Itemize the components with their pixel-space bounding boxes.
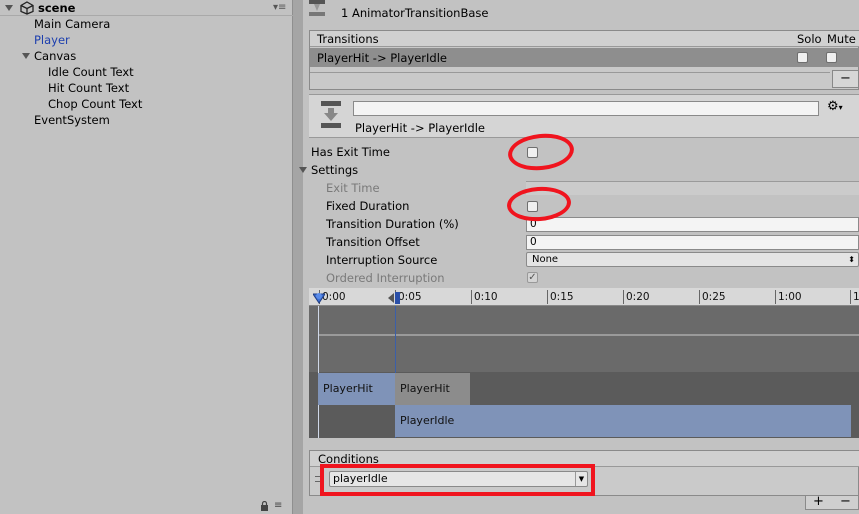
hierarchy-item-chop-count-text[interactable]: Chop Count Text (48, 96, 142, 112)
lock-icon[interactable] (260, 500, 269, 511)
transition-duration-input[interactable]: 0 (526, 217, 859, 232)
transition-row-label: PlayerHit -> PlayerIdle (317, 51, 447, 65)
tick-label-0-00: 0:00 (322, 291, 346, 303)
tick-label-0-25: 0:25 (702, 291, 726, 303)
transition-timeline[interactable]: 0:00 0:05 0:10 0:15 0:20 0:25 1:00 1 Pla… (309, 288, 859, 438)
annotation-rect-condition (320, 464, 595, 496)
dropdown-arrows-icon: ⬍ (848, 255, 855, 264)
clip-playerhit-remainder[interactable]: PlayerHit (395, 373, 470, 405)
settings-foldout[interactable]: Settings (311, 162, 358, 178)
hierarchy-footer: ≡ (0, 498, 293, 514)
remove-transition-button[interactable]: − (832, 70, 859, 88)
hierarchy-item-main-camera[interactable]: Main Camera (34, 16, 110, 32)
transitions-header: Transitions (317, 32, 379, 46)
has-exit-time-label: Has Exit Time (311, 145, 390, 159)
start-marker-icon[interactable] (312, 291, 326, 305)
hierarchy-item-idle-count-text[interactable]: Idle Count Text (48, 64, 134, 80)
interruption-source-label: Interruption Source (326, 253, 438, 267)
timeline-start-line (318, 306, 319, 438)
ordered-interruption-label: Ordered Interruption (326, 271, 445, 285)
interruption-source-value: None (532, 254, 559, 265)
mute-header: Mute (827, 32, 856, 46)
settings-expand-icon[interactable] (299, 167, 307, 173)
scene-menu-icon[interactable]: ▾≡ (273, 3, 287, 13)
transition-name-input[interactable] (353, 101, 819, 116)
inspector-title: 1 AnimatorTransitionBase (341, 6, 489, 20)
remove-condition-button[interactable]: − (840, 495, 851, 509)
transition-name-label: PlayerHit -> PlayerIdle (355, 121, 485, 135)
solo-header: Solo (797, 32, 822, 46)
panel-menu-icon[interactable]: ≡ (274, 500, 282, 511)
tick-label-0-20: 0:20 (626, 291, 650, 303)
transition-offset-label: Transition Offset (326, 235, 420, 249)
tick (547, 290, 548, 304)
exit-time-field (526, 181, 859, 195)
exit-time-label: Exit Time (326, 181, 380, 195)
expand-triangle-icon[interactable] (5, 5, 13, 11)
hierarchy-panel: scene ▾≡ Main Camera Player Canvas Idle … (0, 0, 293, 514)
scene-title: scene (38, 1, 76, 15)
transitions-header-bar (310, 31, 859, 47)
transitions-list-footer (310, 68, 830, 73)
interruption-source-dropdown[interactable]: None ⬍ (526, 252, 859, 267)
hierarchy-item-hit-count-text[interactable]: Hit Count Text (48, 80, 129, 96)
transition-icon (320, 100, 342, 130)
tick (850, 290, 851, 304)
tick (775, 290, 776, 304)
tick-label-1: 1 (853, 291, 859, 303)
transition-duration-label: Transition Duration (%) (326, 217, 459, 231)
transition-asset-icon (308, 0, 326, 18)
unity-scene-icon (20, 1, 34, 15)
ordered-interruption-checkbox: ✓ (527, 272, 538, 283)
canvas-expand-icon[interactable] (22, 53, 30, 59)
panel-splitter[interactable] (293, 0, 303, 514)
tick-label-1-00: 1:00 (778, 291, 802, 303)
hierarchy-item-player[interactable]: Player (34, 32, 70, 48)
hierarchy-item-eventsystem[interactable]: EventSystem (34, 112, 110, 128)
hierarchy-item-canvas[interactable]: Canvas (34, 48, 76, 64)
tick-label-0-15: 0:15 (550, 291, 574, 303)
solo-checkbox[interactable] (797, 52, 808, 63)
clip-playerhit-transition[interactable]: PlayerHit (318, 373, 395, 405)
tick-label-0-10: 0:10 (474, 291, 498, 303)
end-marker-icon[interactable] (388, 292, 402, 304)
timeline-curve (319, 334, 859, 336)
tick (699, 290, 700, 304)
transition-offset-input[interactable]: 0 (526, 235, 859, 250)
hierarchy-scene-header[interactable]: scene ▾≡ (0, 0, 293, 16)
add-condition-button[interactable]: + (813, 495, 824, 509)
tick (623, 290, 624, 304)
timeline-graph-area (309, 306, 859, 372)
fixed-duration-label: Fixed Duration (326, 199, 410, 213)
mute-checkbox[interactable] (826, 52, 837, 63)
clip-playeridle[interactable]: PlayerIdle (395, 405, 851, 437)
settings-gear-icon[interactable]: ⚙▾ (827, 100, 843, 115)
tick (471, 290, 472, 304)
